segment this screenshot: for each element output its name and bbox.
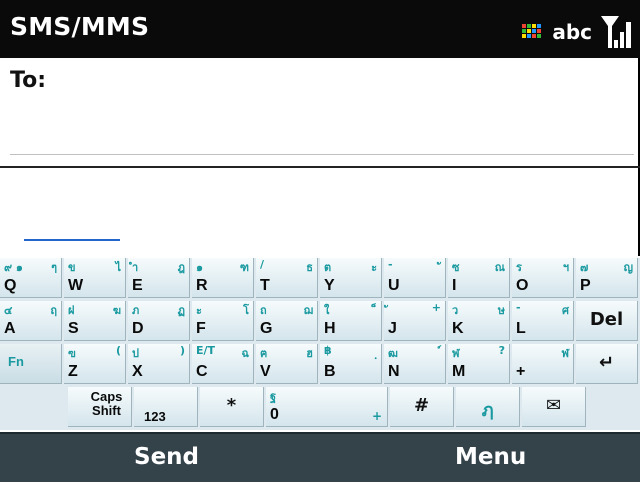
message-icon-key[interactable]: ✉ [522, 387, 586, 427]
key-t[interactable]: / ธ T [256, 258, 318, 298]
app-title: SMS/MMS [10, 12, 150, 41]
envelope-icon: ✉ [545, 395, 562, 416]
key-o[interactable]: รฯO [512, 258, 574, 298]
key-plus[interactable]: ฬ + [512, 344, 574, 384]
softkey-bar: Send Menu [0, 432, 640, 482]
delete-key[interactable]: Del [576, 301, 638, 341]
menu-softkey[interactable]: Menu [455, 444, 526, 470]
key-a[interactable]: ๔ฤA [0, 301, 62, 341]
key-n[interactable]: ฒ์N [384, 344, 446, 384]
key-zero-space[interactable]: ฐ 0 + [266, 387, 388, 427]
key-l[interactable]: -ศL [512, 301, 574, 341]
key-c[interactable]: E/T ฉ C [192, 344, 254, 384]
soft-keyboard: ๙ ๑ๆQขไWำฎE๑ฑR/ธTตะY-ัUซณIรฯO๗ญP ๔ฤAฝฆSภ… [0, 258, 640, 430]
title-bar: SMS/MMS abc [0, 0, 640, 58]
input-mode-indicator[interactable]: abc [552, 20, 592, 44]
key-b[interactable]: ฿ฺB [320, 344, 382, 384]
apps-icon[interactable] [522, 24, 544, 40]
key-h[interactable]: ใ็H [320, 301, 382, 341]
key-y[interactable]: ตะY [320, 258, 382, 298]
key-d[interactable]: ภฏD [128, 301, 190, 341]
key-hash[interactable]: # [390, 387, 454, 427]
key-u[interactable]: -ัU [384, 258, 446, 298]
key-e[interactable]: ำฎE [128, 258, 190, 298]
key-i[interactable]: ซณI [448, 258, 510, 298]
enter-icon: ↵ [598, 352, 615, 373]
keyboard-row-3: Fnฃ(Zป)XE/TฉCฅฮV฿ฺBฒ์Nฬ?Mฬ+ ↵ [0, 344, 640, 387]
key-v[interactable]: ฅฮV [256, 344, 318, 384]
key-f[interactable]: ะโF [192, 301, 254, 341]
fn-key[interactable]: Fn [0, 344, 62, 384]
key-k[interactable]: วษK [448, 301, 510, 341]
status-area: abc [522, 12, 634, 52]
numeric-mode-key[interactable]: 123 [134, 387, 198, 427]
key-thai-symbol[interactable]: ฦ [456, 387, 520, 427]
to-label: To: [10, 68, 46, 93]
recipient-underline [10, 154, 634, 155]
recipient-area[interactable]: To: [0, 58, 640, 170]
keyboard-row-1: ๙ ๑ๆQขไWำฎE๑ฑR/ธTตะY-ัUซณIรฯO๗ญP [0, 258, 640, 301]
key-w[interactable]: ขไW [64, 258, 126, 298]
caps-shift-key[interactable]: Caps Shift [68, 387, 132, 427]
key-j[interactable]: ั+J [384, 301, 446, 341]
send-softkey[interactable]: Send [134, 444, 199, 470]
key-z[interactable]: ฃ(Z [64, 344, 126, 384]
keyboard-row-4: Caps Shift 123 * ฐ 0 + # ฦ ✉ [0, 387, 640, 430]
signal-icon [601, 16, 631, 48]
key-g[interactable]: ถฌG [256, 301, 318, 341]
key-q[interactable]: ๙ ๑ๆQ [0, 258, 62, 298]
key-r[interactable]: ๑ฑR [192, 258, 254, 298]
key-m[interactable]: ฬ? M [448, 344, 510, 384]
keyboard-row-2: ๔ฤAฝฆSภฏDะโFถฌGใ็Hั+JวษK-ศL Del [0, 301, 640, 344]
message-body-field[interactable] [0, 168, 640, 256]
key-p[interactable]: ๗ญP [576, 258, 638, 298]
backspace-icon: Del [589, 309, 624, 330]
text-cursor [24, 239, 120, 241]
enter-key[interactable]: ↵ [576, 344, 638, 384]
key-star[interactable]: * [200, 387, 264, 427]
key-x[interactable]: ป) X [128, 344, 190, 384]
key-s[interactable]: ฝฆS [64, 301, 126, 341]
